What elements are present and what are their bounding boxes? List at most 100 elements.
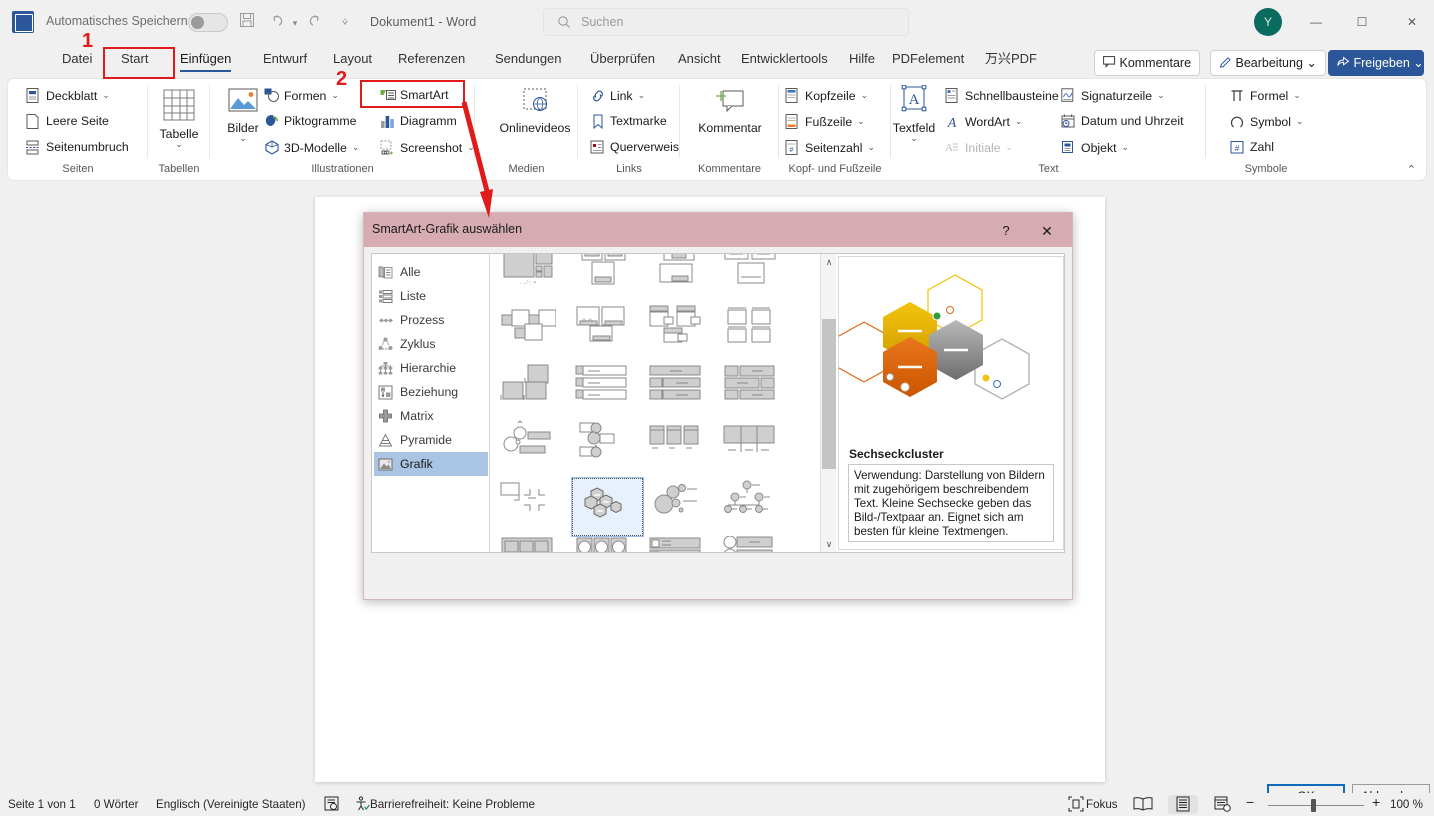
ribbon-item-onlinevideos[interactable]: Onlinevideos <box>499 87 571 135</box>
tab-hilfe[interactable]: Hilfe <box>841 44 883 74</box>
layout-thumbnail[interactable] <box>646 536 717 552</box>
search-box[interactable]: Suchen <box>543 8 909 36</box>
collapse-ribbon-icon[interactable]: ⌃ <box>1407 163 1416 176</box>
maximize-button[interactable]: ☐ <box>1340 8 1384 36</box>
layout-thumbnail[interactable] <box>720 362 791 420</box>
layout-thumbnail[interactable] <box>720 478 791 536</box>
layout-thumbnail[interactable] <box>498 478 569 536</box>
ribbon-item-deckblatt[interactable]: Deckblatt ⌄ <box>24 83 110 107</box>
ribbon-item-leere-seite[interactable]: Leere Seite <box>24 109 109 133</box>
ribbon-item-piktogramme[interactable]: Piktogramme <box>262 109 356 133</box>
category-zyklus[interactable]: Zyklus <box>374 332 488 356</box>
layout-gallery[interactable]: . .. ⁄ :: × <box>490 254 820 552</box>
layout-thumbnail[interactable] <box>498 420 569 478</box>
layout-thumbnail[interactable] <box>646 362 717 420</box>
autosave-toggle[interactable] <box>188 13 228 32</box>
scroll-down-icon[interactable]: ∨ <box>821 536 837 552</box>
more-commands-icon[interactable]: ⩒ <box>334 12 356 34</box>
category-grafik[interactable]: Grafik <box>374 452 488 476</box>
layout-thumbnail[interactable] <box>572 420 643 478</box>
zoom-slider-knob[interactable] <box>1311 799 1316 812</box>
layout-thumbnail[interactable] <box>498 304 569 362</box>
ribbon-item-formen[interactable]: Formen ⌄ <box>262 83 339 107</box>
ribbon-item-seitenumbruch[interactable]: Seitenumbruch <box>24 135 129 159</box>
scroll-up-icon[interactable]: ∧ <box>821 254 837 270</box>
layout-thumbnail[interactable] <box>720 536 791 552</box>
tab-einf-gen[interactable]: Einfügen <box>172 44 239 74</box>
ribbon-item-objekt[interactable]: Objekt ⌄ <box>1059 135 1129 159</box>
ribbon-item-fusszeile[interactable]: Fußzeile ⌄ <box>783 109 865 133</box>
status-accessibility[interactable]: Barrierefreiheit: Keine Probleme <box>370 797 535 812</box>
layout-thumbnail[interactable] <box>572 536 643 552</box>
zoom-out-button[interactable]: − <box>1246 795 1254 810</box>
layout-thumbnail[interactable]: . .. ⁄ :: × <box>498 254 569 304</box>
tab--pdf[interactable]: 万兴PDF <box>977 44 1045 74</box>
layout-thumbnail[interactable] <box>572 362 643 420</box>
ribbon-item-link[interactable]: Link ⌄ <box>588 83 645 107</box>
gallery-scrollbar[interactable]: ∧ ∨ <box>820 254 836 552</box>
zoom-level[interactable]: 100 % <box>1390 797 1423 812</box>
tab-entwurf[interactable]: Entwurf <box>255 44 315 74</box>
layout-thumbnail[interactable] <box>646 254 717 304</box>
ribbon-item-signaturzeile[interactable]: Signaturzeile ⌄ <box>1059 83 1165 107</box>
zoom-in-button[interactable]: + <box>1372 795 1380 810</box>
layout-thumbnail[interactable] <box>572 254 643 304</box>
status-focus[interactable]: Fokus <box>1086 797 1118 812</box>
tab-pdfelement[interactable]: PDFelement <box>884 44 972 74</box>
tab-entwicklertools[interactable]: Entwicklertools <box>733 44 836 74</box>
avatar[interactable]: Y <box>1254 8 1282 36</box>
tab-datei[interactable]: Datei <box>54 44 100 74</box>
category-prozess[interactable]: Prozess <box>374 308 488 332</box>
print-layout-button[interactable] <box>1168 795 1198 814</box>
proofing-icon[interactable] <box>324 796 342 813</box>
dialog-help-button[interactable]: ? <box>994 220 1018 242</box>
ribbon-item-kopfzeile[interactable]: Kopfzeile ⌄ <box>783 83 868 107</box>
ribbon-item-kommentar[interactable]: Kommentar <box>698 87 762 135</box>
ribbon-item-schnellbausteine[interactable]: Schnellbausteine⌄ <box>943 83 1071 107</box>
share-button[interactable]: Freigeben ⌄ <box>1328 50 1424 76</box>
web-layout-button[interactable] <box>1208 795 1238 814</box>
layout-thumbnail[interactable] <box>646 420 717 478</box>
layout-thumbnail[interactable] <box>720 420 791 478</box>
scrollbar-thumb[interactable] <box>822 319 836 469</box>
layout-thumbnail[interactable] <box>646 304 717 362</box>
category-alle[interactable]: Alle <box>374 260 488 284</box>
layout-thumbnail[interactable] <box>720 304 791 362</box>
tab-referenzen[interactable]: Referenzen <box>390 44 473 74</box>
ribbon-item-symbol[interactable]: Symbol ⌄ <box>1228 109 1304 133</box>
ribbon-item-textmarke[interactable]: Textmarke <box>588 109 667 133</box>
status-language[interactable]: Englisch (Vereinigte Staaten) <box>156 797 306 812</box>
category-liste[interactable]: Liste <box>374 284 488 308</box>
editing-button[interactable]: Bearbeitung ⌄ <box>1210 50 1326 76</box>
zoom-slider-track[interactable] <box>1268 805 1364 806</box>
comments-button[interactable]: Kommentare <box>1094 50 1201 76</box>
dialog-close-button[interactable]: ✕ <box>1034 220 1060 242</box>
tab--berpr-fen[interactable]: Überprüfen <box>582 44 663 74</box>
layout-thumbnail[interactable] <box>571 477 644 537</box>
layout-thumbnail[interactable] <box>498 536 569 552</box>
ribbon-item-textfeld[interactable]: A Textfeld ⌄ <box>886 84 942 144</box>
category-matrix[interactable]: Matrix <box>374 404 488 428</box>
save-icon[interactable] <box>236 12 258 34</box>
read-mode-button[interactable] <box>1128 795 1158 814</box>
ribbon-item-wordart[interactable]: A WordArt ⌄ <box>943 109 1023 133</box>
ribbon-item-3d-modelle[interactable]: 3D-Modelle ⌄ <box>262 135 359 159</box>
category-hierarchie[interactable]: Hierarchie <box>374 356 488 380</box>
category-beziehung[interactable]: Beziehung <box>374 380 488 404</box>
layout-thumbnail[interactable] <box>720 254 791 304</box>
ribbon-item-zahl[interactable]: # Zahl <box>1228 135 1274 159</box>
layout-thumbnail[interactable] <box>498 362 569 420</box>
ribbon-item-tabelle[interactable]: Tabelle ⌄ <box>152 87 206 150</box>
ribbon-item-formel[interactable]: Formel ⌄ <box>1228 83 1301 107</box>
minimize-button[interactable]: — <box>1294 8 1338 36</box>
tab-layout[interactable]: Layout <box>325 44 380 74</box>
tab-sendungen[interactable]: Sendungen <box>487 44 570 74</box>
status-page[interactable]: Seite 1 von 1 <box>8 797 76 812</box>
layout-thumbnail[interactable] <box>572 304 643 362</box>
close-button[interactable]: ✕ <box>1390 8 1434 36</box>
tab-ansicht[interactable]: Ansicht <box>670 44 729 74</box>
ribbon-item-querverweis[interactable]: Querverweis <box>588 135 679 159</box>
layout-thumbnail[interactable] <box>646 478 717 536</box>
ribbon-item-datum-uhrzeit[interactable]: Datum und Uhrzeit <box>1059 109 1184 133</box>
status-words[interactable]: 0 Wörter <box>94 797 138 812</box>
